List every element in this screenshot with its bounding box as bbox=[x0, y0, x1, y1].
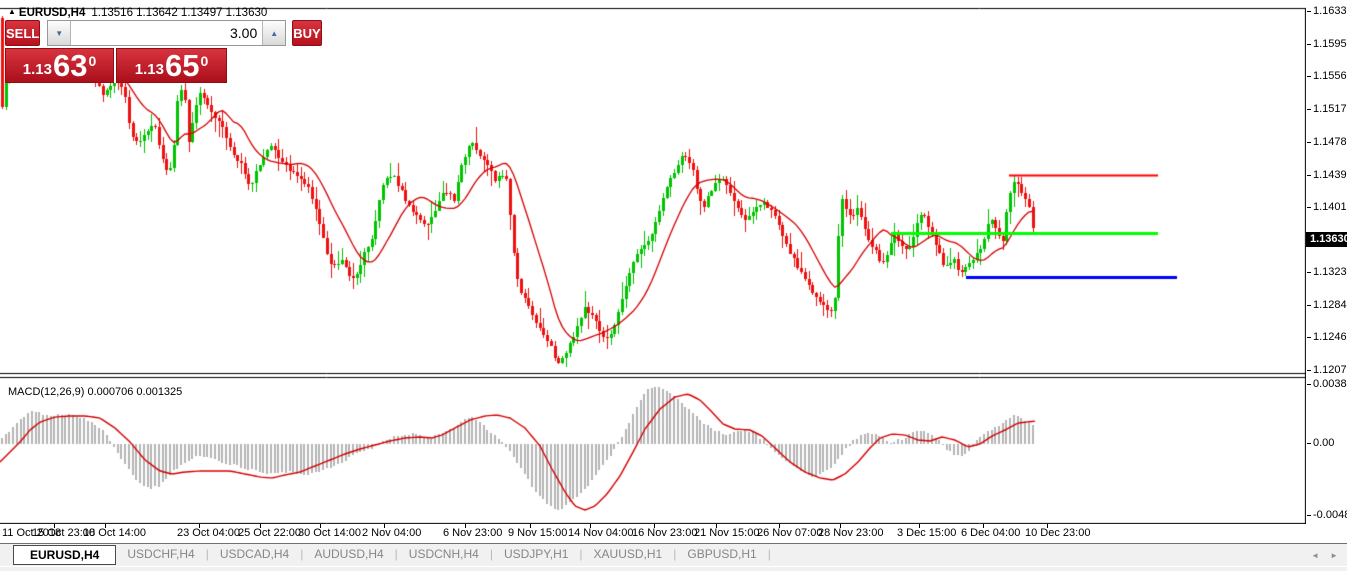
tab-usdcnh-h4[interactable]: USDCNH,H4 bbox=[398, 544, 490, 564]
time-axis-label: 10 Dec 23:00 bbox=[1025, 527, 1090, 539]
price-axis-label: 1.13230 bbox=[1307, 266, 1347, 279]
time-axis-tick bbox=[384, 524, 385, 528]
chevron-up-icon: ▲ bbox=[270, 29, 278, 38]
tab-audusd-h4[interactable]: AUDUSD,H4 bbox=[303, 544, 394, 564]
time-axis-tick bbox=[199, 524, 200, 528]
tab-separator: | bbox=[768, 544, 771, 565]
time-axis-tick bbox=[320, 524, 321, 528]
macd-axis-label: 0.003847 bbox=[1307, 378, 1347, 391]
time-axis-label: 26 Nov 07:00 bbox=[757, 527, 822, 539]
price-axis-label: 1.12840 bbox=[1307, 299, 1347, 312]
time-axis-label: 14 Nov 04:00 bbox=[568, 527, 633, 539]
sell-price-prefix: 1.13 bbox=[23, 61, 52, 78]
price-axis-label: 1.14010 bbox=[1307, 201, 1347, 214]
price-axis-label: 1.14390 bbox=[1307, 169, 1347, 182]
buy-price-big: 65 bbox=[165, 50, 199, 81]
time-axis-label: 23 Oct 04:00 bbox=[177, 527, 240, 539]
time-axis-label: 2 Nov 04:00 bbox=[362, 527, 421, 539]
time-axis-label: 25 Oct 22:00 bbox=[238, 527, 301, 539]
buy-price-display[interactable]: 1.13 65 0 bbox=[116, 48, 227, 83]
time-axis-tick bbox=[465, 524, 466, 528]
sell-price-display[interactable]: 1.13 63 0 bbox=[5, 48, 114, 83]
price-axis-label: 1.14780 bbox=[1307, 136, 1347, 149]
volume-input[interactable] bbox=[71, 21, 262, 45]
time-axis-tick bbox=[983, 524, 984, 528]
volume-increase-button[interactable]: ▲ bbox=[262, 21, 285, 45]
chart-symbol-period: EURUSD,H4 bbox=[19, 7, 85, 19]
price-axis-label: 1.16330 bbox=[1307, 5, 1347, 18]
status-strip bbox=[0, 567, 1347, 571]
tab-usdchf-h4[interactable]: USDCHF,H4 bbox=[116, 544, 205, 564]
time-axis-label: 21 Nov 15:00 bbox=[694, 527, 759, 539]
time-axis-tick bbox=[590, 524, 591, 528]
time-axis-tick bbox=[1047, 524, 1048, 528]
sell-button[interactable]: SELL bbox=[5, 20, 40, 46]
time-axis-tick bbox=[919, 524, 920, 528]
tab-usdcad-h4[interactable]: USDCAD,H4 bbox=[209, 544, 300, 564]
chart-tab-bar: EURUSD,H4USDCHF,H4|USDCAD,H4|AUDUSD,H4|U… bbox=[0, 543, 1347, 566]
time-axis-label: 30 Oct 14:00 bbox=[298, 527, 361, 539]
price-axis-label: 1.15560 bbox=[1307, 70, 1347, 83]
price-axis-label: 1.12070 bbox=[1307, 364, 1347, 377]
time-axis-tick bbox=[716, 524, 717, 528]
tab-strip: EURUSD,H4USDCHF,H4|USDCAD,H4|AUDUSD,H4|U… bbox=[13, 544, 771, 566]
time-axis-label: 6 Nov 23:00 bbox=[443, 527, 502, 539]
chart-marker-icon: ▲ bbox=[8, 7, 16, 16]
time-axis-tick bbox=[530, 524, 531, 528]
time-axis-tick bbox=[260, 524, 261, 528]
time-axis-label: 6 Dec 04:00 bbox=[961, 527, 1020, 539]
tab-usdjpy-h1[interactable]: USDJPY,H1 bbox=[493, 544, 579, 564]
macd-indicator-label: MACD(12,26,9) 0.000706 0.001325 bbox=[8, 386, 182, 398]
price-axis-label: 1.15950 bbox=[1307, 38, 1347, 51]
buy-price-pips: 0 bbox=[200, 53, 208, 69]
tab-scroll-left-icon[interactable]: ◄ bbox=[1311, 551, 1319, 560]
tab-eurusd-h4[interactable]: EURUSD,H4 bbox=[13, 545, 116, 565]
sell-price-big: 63 bbox=[53, 50, 87, 81]
macd-axis-label: 0.00 bbox=[1307, 437, 1334, 450]
macd-axis-label: -0.004856 bbox=[1307, 509, 1347, 522]
tab-gbpusd-h1[interactable]: GBPUSD,H1 bbox=[676, 544, 767, 564]
sell-price-pips: 0 bbox=[88, 53, 96, 69]
chevron-down-icon: ▼ bbox=[55, 29, 63, 38]
buy-button[interactable]: BUY bbox=[292, 20, 321, 46]
time-axis-label: 3 Dec 15:00 bbox=[897, 527, 956, 539]
time-axis-label: 16 Nov 23:00 bbox=[632, 527, 697, 539]
time-axis-label: 9 Nov 15:00 bbox=[508, 527, 567, 539]
time-axis-tick bbox=[654, 524, 655, 528]
buy-price-prefix: 1.13 bbox=[135, 61, 164, 78]
chart-ohlc-values: 1.13516 1.13642 1.13497 1.13630 bbox=[91, 7, 267, 19]
tab-xauusd-h1[interactable]: XAUUSD,H1 bbox=[583, 544, 674, 564]
time-axis-label: 28 Nov 23:00 bbox=[818, 527, 883, 539]
chart-title: ▲EURUSD,H4 1.13516 1.13642 1.13497 1.1363… bbox=[8, 7, 267, 19]
tab-scroll-right-icon[interactable]: ► bbox=[1330, 551, 1338, 560]
one-click-trading-panel: SELL ▼ ▲ BUY 1.13 63 0 1.13 65 0 bbox=[5, 20, 227, 83]
price-axis-label: 1.12460 bbox=[1307, 331, 1347, 344]
time-axis-tick bbox=[105, 524, 106, 528]
volume-decrease-button[interactable]: ▼ bbox=[48, 21, 71, 45]
volume-spinner: ▼ ▲ bbox=[47, 20, 286, 46]
price-axis-label: 1.15170 bbox=[1307, 103, 1347, 116]
time-axis-label: 18 Oct 14:00 bbox=[83, 527, 146, 539]
time-axis-tick bbox=[54, 524, 55, 528]
current-price-tag: 1.13630 bbox=[1306, 232, 1347, 247]
time-axis-tick bbox=[840, 524, 841, 528]
time-axis-tick bbox=[779, 524, 780, 528]
